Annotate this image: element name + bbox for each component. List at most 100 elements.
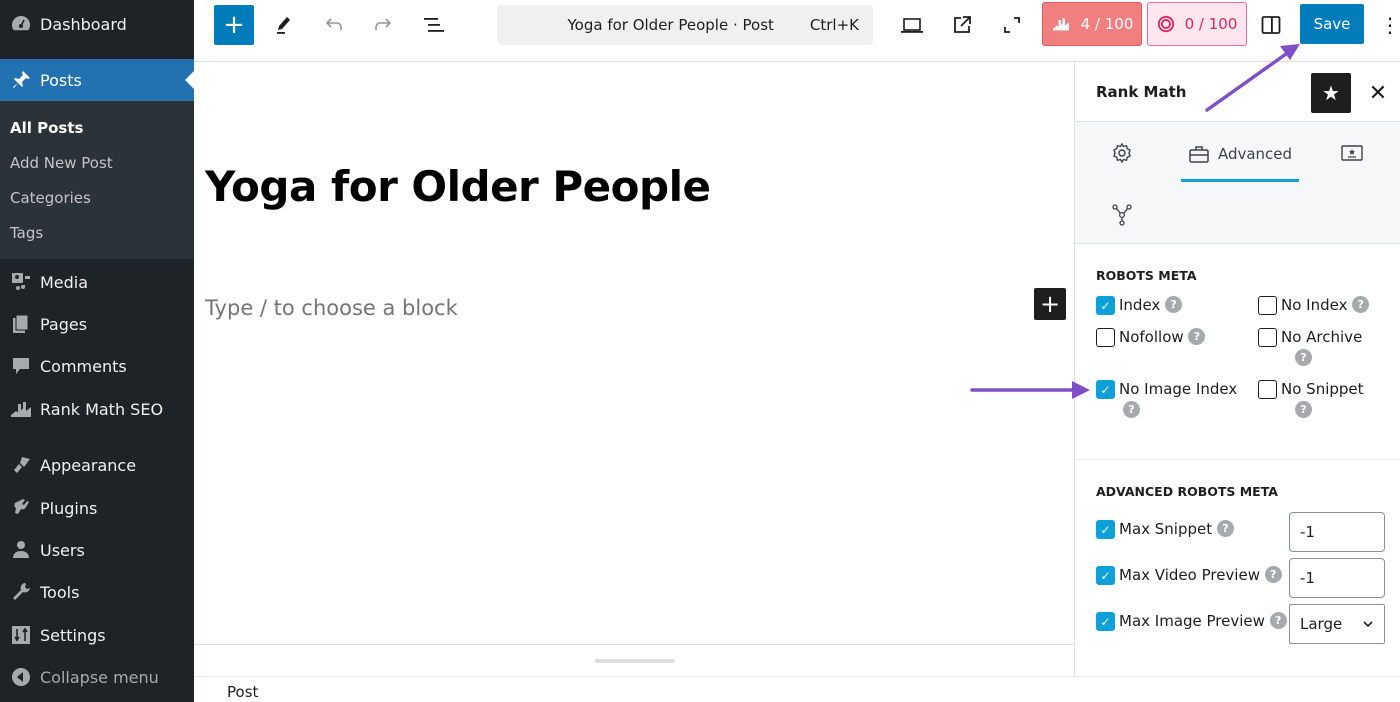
advanced-robots-meta-title: ADVANCED ROBOTS META bbox=[1096, 484, 1278, 499]
view-post-button[interactable] bbox=[942, 5, 982, 45]
sidebar-item-users[interactable]: Users bbox=[0, 531, 194, 569]
sidebar-item-pages[interactable]: Pages bbox=[0, 305, 194, 343]
sidebar-item-tools[interactable]: Tools bbox=[0, 573, 194, 611]
help-icon[interactable]: ? bbox=[1295, 349, 1312, 366]
share-nodes-icon bbox=[1112, 204, 1132, 226]
save-button[interactable]: Save bbox=[1300, 4, 1364, 44]
checkbox[interactable] bbox=[1258, 296, 1277, 315]
tools-button[interactable] bbox=[264, 5, 304, 45]
resize-handle[interactable] bbox=[595, 659, 675, 663]
settings-sidebar-toggle[interactable] bbox=[1251, 5, 1291, 45]
plus-icon: + bbox=[1039, 290, 1061, 318]
media-icon bbox=[0, 271, 40, 293]
checkbox[interactable]: ✓ bbox=[1096, 520, 1115, 539]
max-video-preview-input[interactable] bbox=[1289, 558, 1385, 598]
checkbox-nofollow[interactable]: Nofollow ? bbox=[1096, 328, 1206, 347]
help-icon[interactable]: ? bbox=[1123, 401, 1140, 418]
laptop-icon bbox=[901, 18, 923, 33]
robots-meta-section: ROBOTS META ✓ Index ? No Index ? Nofollo… bbox=[1075, 244, 1400, 460]
sidebar-item-plugins[interactable]: Plugins bbox=[0, 489, 194, 527]
sidebar-icon bbox=[1261, 16, 1281, 34]
undo-button[interactable] bbox=[314, 5, 354, 45]
help-icon[interactable]: ? bbox=[1188, 328, 1206, 345]
sidebar-item-dashboard[interactable]: Dashboard bbox=[0, 5, 194, 43]
editor-canvas: Yoga for Older People Type / to choose a… bbox=[194, 62, 1074, 644]
panel-tabs: Advanced bbox=[1075, 122, 1400, 244]
collapse-icon bbox=[0, 666, 40, 688]
breadcrumb[interactable]: Post bbox=[227, 683, 258, 701]
checkbox-no-snippet[interactable]: No Snippet? bbox=[1258, 380, 1388, 418]
help-icon[interactable]: ? bbox=[1264, 566, 1282, 583]
submenu-add-new-post[interactable]: Add New Post bbox=[10, 154, 113, 172]
checkbox-index[interactable]: ✓ Index ? bbox=[1096, 296, 1183, 315]
help-icon[interactable]: ? bbox=[1352, 296, 1370, 313]
sidebar-item-comments[interactable]: Comments bbox=[0, 347, 194, 385]
submenu-all-posts[interactable]: All Posts bbox=[10, 119, 83, 137]
help-icon[interactable]: ? bbox=[1295, 401, 1312, 418]
sidebar-item-appearance[interactable]: Appearance bbox=[0, 446, 194, 484]
sidebar-item-posts[interactable]: Posts bbox=[0, 59, 194, 101]
pin-icon bbox=[0, 69, 40, 91]
seo-score-badge[interactable]: 4 / 100 bbox=[1042, 2, 1142, 46]
editor-footer: Post bbox=[194, 676, 1400, 702]
submenu-categories[interactable]: Categories bbox=[10, 189, 91, 207]
post-title[interactable]: Yoga for Older People bbox=[205, 162, 711, 211]
checkbox[interactable]: ✓ bbox=[1096, 612, 1115, 631]
sliders-icon bbox=[0, 624, 40, 646]
checkbox[interactable] bbox=[1096, 328, 1115, 347]
editor-toolbar: + Yoga for Older People · Post Ctrl+K 4 … bbox=[194, 0, 1400, 62]
pages-icon bbox=[0, 313, 40, 335]
list-view-icon bbox=[424, 18, 444, 32]
tab-advanced[interactable]: Advanced bbox=[1181, 134, 1299, 182]
checkbox-max-video-preview[interactable]: ✓ Max Video Preview ? bbox=[1096, 566, 1282, 585]
pencil-icon bbox=[277, 17, 290, 34]
redo-button[interactable] bbox=[363, 5, 403, 45]
pin-panel-button[interactable]: ★ bbox=[1311, 73, 1351, 113]
rank-math-icon bbox=[1052, 18, 1069, 31]
checkbox-no-image-index[interactable]: ✓ No Image Index? bbox=[1096, 380, 1256, 418]
shortcut-hint: Ctrl+K bbox=[809, 16, 859, 34]
document-overview-button[interactable] bbox=[413, 5, 453, 45]
user-icon bbox=[0, 539, 40, 561]
sidebar-item-settings[interactable]: Settings bbox=[0, 616, 194, 654]
checkbox-no-index[interactable]: No Index ? bbox=[1258, 296, 1370, 315]
content-ai-score-badge[interactable]: 0 / 100 bbox=[1147, 2, 1247, 46]
checkbox[interactable]: ✓ bbox=[1096, 296, 1115, 315]
sidebar-item-media[interactable]: Media bbox=[0, 263, 194, 301]
gear-icon bbox=[1113, 142, 1131, 164]
checkbox[interactable] bbox=[1258, 380, 1277, 399]
checkbox[interactable]: ✓ bbox=[1096, 566, 1115, 585]
checkbox-max-snippet[interactable]: ✓ Max Snippet ? bbox=[1096, 520, 1234, 539]
tab-schema[interactable] bbox=[1335, 134, 1369, 172]
checkbox[interactable]: ✓ bbox=[1096, 380, 1115, 399]
block-inserter-button[interactable]: + bbox=[214, 5, 254, 45]
paintbrush-icon bbox=[0, 454, 40, 476]
help-icon[interactable]: ? bbox=[1269, 612, 1287, 629]
tab-general[interactable] bbox=[1105, 134, 1139, 172]
command-palette-bar[interactable]: Yoga for Older People · Post Ctrl+K bbox=[497, 5, 873, 45]
checkbox[interactable] bbox=[1258, 328, 1277, 347]
redo-icon bbox=[375, 18, 392, 30]
star-icon: ★ bbox=[1322, 81, 1340, 105]
fullscreen-button[interactable] bbox=[992, 5, 1032, 45]
certificate-icon bbox=[1341, 145, 1363, 161]
block-placeholder[interactable]: Type / to choose a block bbox=[205, 296, 458, 320]
checkbox-max-image-preview[interactable]: ✓ Max Image Preview ? bbox=[1096, 612, 1287, 631]
help-icon[interactable]: ? bbox=[1216, 520, 1234, 537]
submenu-tags[interactable]: Tags bbox=[10, 224, 43, 242]
collapse-menu-button[interactable]: Collapse menu bbox=[0, 658, 194, 696]
preview-button[interactable] bbox=[892, 5, 932, 45]
document-title: Yoga for Older People · Post bbox=[567, 16, 774, 34]
tab-social[interactable] bbox=[1105, 196, 1139, 234]
checkbox-no-archive[interactable]: No Archive? bbox=[1258, 328, 1388, 366]
max-image-preview-select[interactable]: Large bbox=[1289, 604, 1385, 644]
options-menu-button[interactable]: ⋮ bbox=[1380, 5, 1400, 45]
dashboard-icon bbox=[0, 14, 40, 34]
sidebar-item-rank-math[interactable]: Rank Math SEO bbox=[0, 390, 194, 428]
help-icon[interactable]: ? bbox=[1165, 296, 1183, 313]
advanced-robots-meta-section: ADVANCED ROBOTS META ✓ Max Snippet ? ✓ M… bbox=[1075, 460, 1400, 676]
close-panel-button[interactable]: ✕ bbox=[1363, 76, 1393, 110]
close-icon: ✕ bbox=[1368, 80, 1388, 106]
inline-add-block-button[interactable]: + bbox=[1034, 288, 1066, 320]
max-snippet-input[interactable] bbox=[1289, 512, 1385, 552]
